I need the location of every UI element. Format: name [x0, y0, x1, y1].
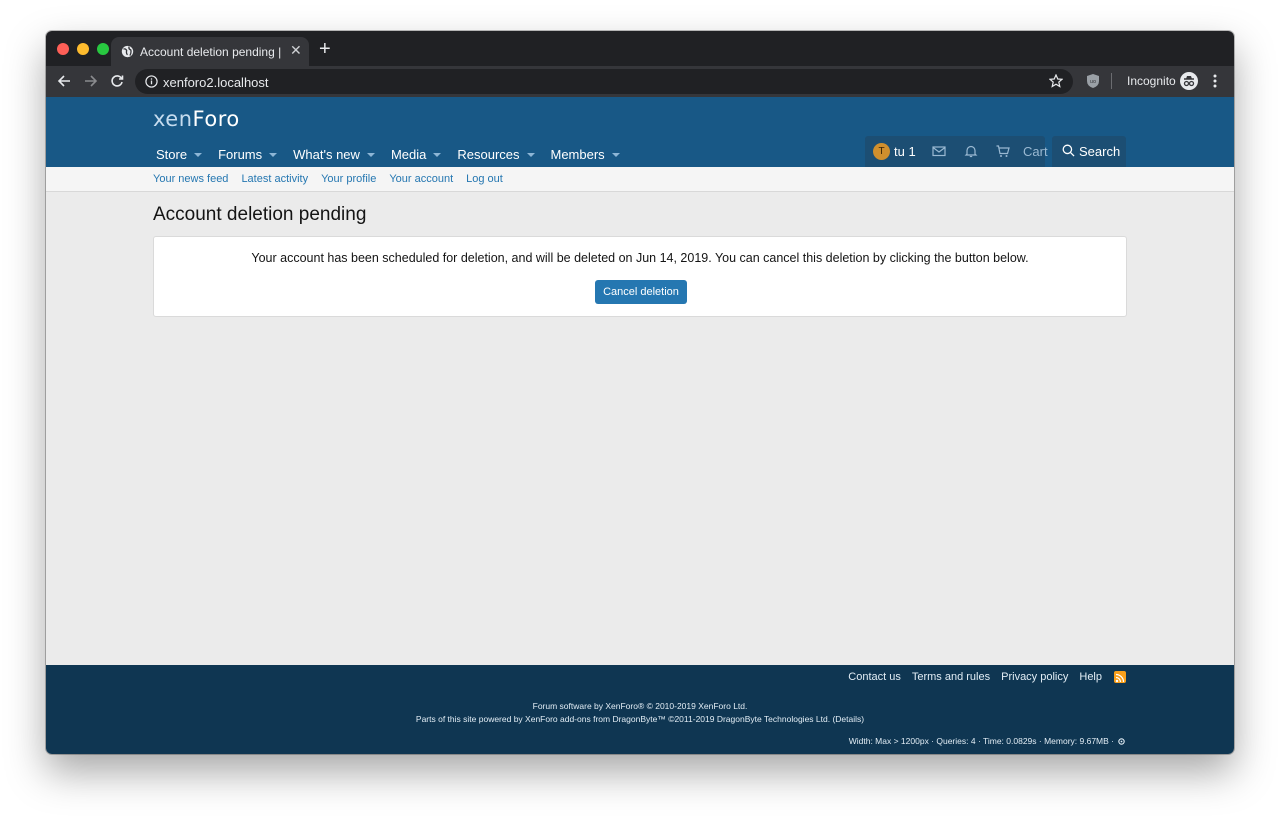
user-nav-group: T tu 1 Cart — [865, 136, 1048, 167]
search-icon — [1062, 144, 1075, 157]
deletion-notice-block: Your account has been scheduled for dele… — [153, 236, 1127, 317]
info-icon — [145, 75, 158, 88]
tab-title: Account deletion pending | XF2 — [140, 45, 282, 59]
sub-nav: Your news feed Latest activity Your prof… — [46, 167, 1234, 192]
url-text: xenforo2.localhost — [163, 75, 269, 90]
nav-resources[interactable]: Resources — [457, 141, 535, 167]
copyright-line: Forum software by XenForo® © 2010-2019 X… — [532, 701, 748, 711]
site-footer: Contact us Terms and rules Privacy polic… — [46, 665, 1234, 754]
page-title: Account deletion pending — [153, 204, 367, 225]
subnav-your-account[interactable]: Your account — [389, 173, 453, 185]
main-nav: Store Forums What's new Media Resources … — [156, 141, 636, 167]
ublock-extension-icon[interactable]: uo — [1086, 73, 1100, 89]
nav-members[interactable]: Members — [551, 141, 620, 167]
search-label: Search — [1079, 144, 1121, 159]
address-bar[interactable]: xenforo2.localhost — [135, 69, 1073, 94]
nav-media[interactable]: Media — [391, 141, 442, 167]
deletion-message: Your account has been scheduled for dele… — [251, 251, 1029, 265]
tab-strip: Account deletion pending | XF2 ✕ + — [46, 31, 1234, 66]
bookmark-star-icon[interactable] — [1049, 74, 1063, 88]
subnav-latest-activity[interactable]: Latest activity — [241, 173, 308, 185]
caret-down-icon[interactable] — [526, 152, 535, 157]
browser-tab[interactable]: Account deletion pending | XF2 ✕ — [111, 37, 309, 66]
incognito-icon[interactable] — [1180, 72, 1198, 90]
gear-icon[interactable] — [1117, 737, 1126, 746]
arrow-left-icon — [57, 75, 70, 87]
browser-toolbar: xenforo2.localhost uo Incognito — [46, 66, 1234, 97]
new-tab-button[interactable]: + — [319, 38, 331, 61]
arrow-right-icon — [85, 75, 98, 87]
browser-window: Account deletion pending | XF2 ✕ + xenfo… — [46, 31, 1234, 754]
back-button[interactable] — [55, 72, 73, 90]
user-name-link[interactable]: tu 1 — [894, 144, 916, 159]
cart-icon[interactable] — [996, 144, 1010, 158]
debug-info: Width: Max > 1200px · Queries: 4 · Time:… — [849, 736, 1126, 746]
caret-down-icon[interactable] — [611, 152, 620, 157]
site-header: xenForo Store Forums What's new Media Re… — [46, 97, 1234, 167]
nav-whats-new[interactable]: What's new — [293, 141, 375, 167]
minimize-window-button[interactable] — [77, 43, 89, 55]
svg-text:uo: uo — [1090, 79, 1096, 85]
close-tab-icon[interactable]: ✕ — [290, 42, 302, 59]
forward-button[interactable] — [82, 72, 100, 90]
subnav-news-feed[interactable]: Your news feed — [153, 173, 228, 185]
globe-icon — [121, 45, 134, 58]
close-window-button[interactable] — [57, 43, 69, 55]
avatar[interactable]: T — [873, 143, 890, 160]
rss-icon[interactable] — [1114, 671, 1126, 683]
toolbar-separator — [1111, 73, 1112, 89]
caret-down-icon[interactable] — [194, 152, 203, 157]
addons-credit-line: Parts of this site powered by XenForo ad… — [415, 714, 865, 724]
footer-privacy[interactable]: Privacy policy — [1001, 671, 1068, 683]
incognito-label: Incognito — [1127, 74, 1176, 88]
reload-button[interactable] — [108, 72, 126, 90]
caret-down-icon[interactable] — [269, 152, 278, 157]
bell-icon[interactable] — [964, 144, 978, 158]
cart-link[interactable]: Cart — [1023, 144, 1048, 159]
debug-text: Width: Max > 1200px · Queries: 4 · Time:… — [848, 736, 1114, 746]
caret-down-icon[interactable] — [433, 152, 442, 157]
caret-down-icon[interactable] — [366, 152, 375, 157]
maximize-window-button[interactable] — [97, 43, 109, 55]
cancel-deletion-button[interactable]: Cancel deletion — [595, 280, 687, 304]
nav-forums[interactable]: Forums — [218, 141, 278, 167]
footer-help[interactable]: Help — [1079, 671, 1102, 683]
footer-contact-us[interactable]: Contact us — [848, 671, 901, 683]
subnav-your-profile[interactable]: Your profile — [321, 173, 376, 185]
footer-terms[interactable]: Terms and rules — [912, 671, 990, 683]
site-logo[interactable]: xenForo — [153, 107, 240, 131]
nav-store[interactable]: Store — [156, 141, 203, 167]
subnav-log-out[interactable]: Log out — [466, 173, 503, 185]
more-menu-icon[interactable] — [1210, 73, 1220, 89]
footer-links: Contact us Terms and rules Privacy polic… — [837, 671, 1126, 683]
search-button[interactable]: Search — [1052, 136, 1126, 167]
envelope-icon[interactable] — [932, 144, 946, 158]
reload-icon — [111, 75, 124, 87]
